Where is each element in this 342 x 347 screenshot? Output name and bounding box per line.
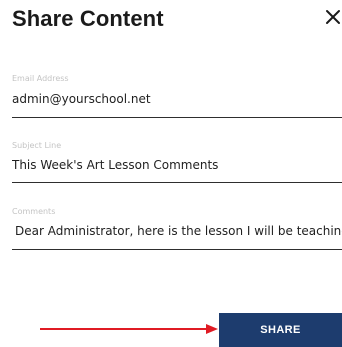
email-field-label: Email Address	[12, 74, 69, 83]
close-icon	[326, 10, 340, 24]
email-field-underline	[12, 117, 342, 118]
email-field: Email Address	[12, 74, 342, 118]
subject-input[interactable]	[12, 157, 342, 173]
subject-field-underline	[12, 182, 342, 183]
email-input[interactable]	[12, 91, 342, 107]
comments-input[interactable]	[12, 223, 342, 239]
subject-field-label: Subject Line	[12, 141, 62, 150]
comments-field: Comments	[12, 207, 342, 250]
subject-field: Subject Line	[12, 141, 342, 183]
share-button[interactable]: SHARE	[219, 313, 342, 347]
comments-field-underline	[12, 249, 342, 250]
dialog-title: Share Content	[12, 6, 164, 31]
red-arrow-icon	[40, 324, 218, 334]
close-button[interactable]	[324, 8, 342, 26]
share-content-dialog: Share Content Email Address Subject Line…	[0, 0, 342, 347]
comments-field-label: Comments	[12, 207, 56, 216]
